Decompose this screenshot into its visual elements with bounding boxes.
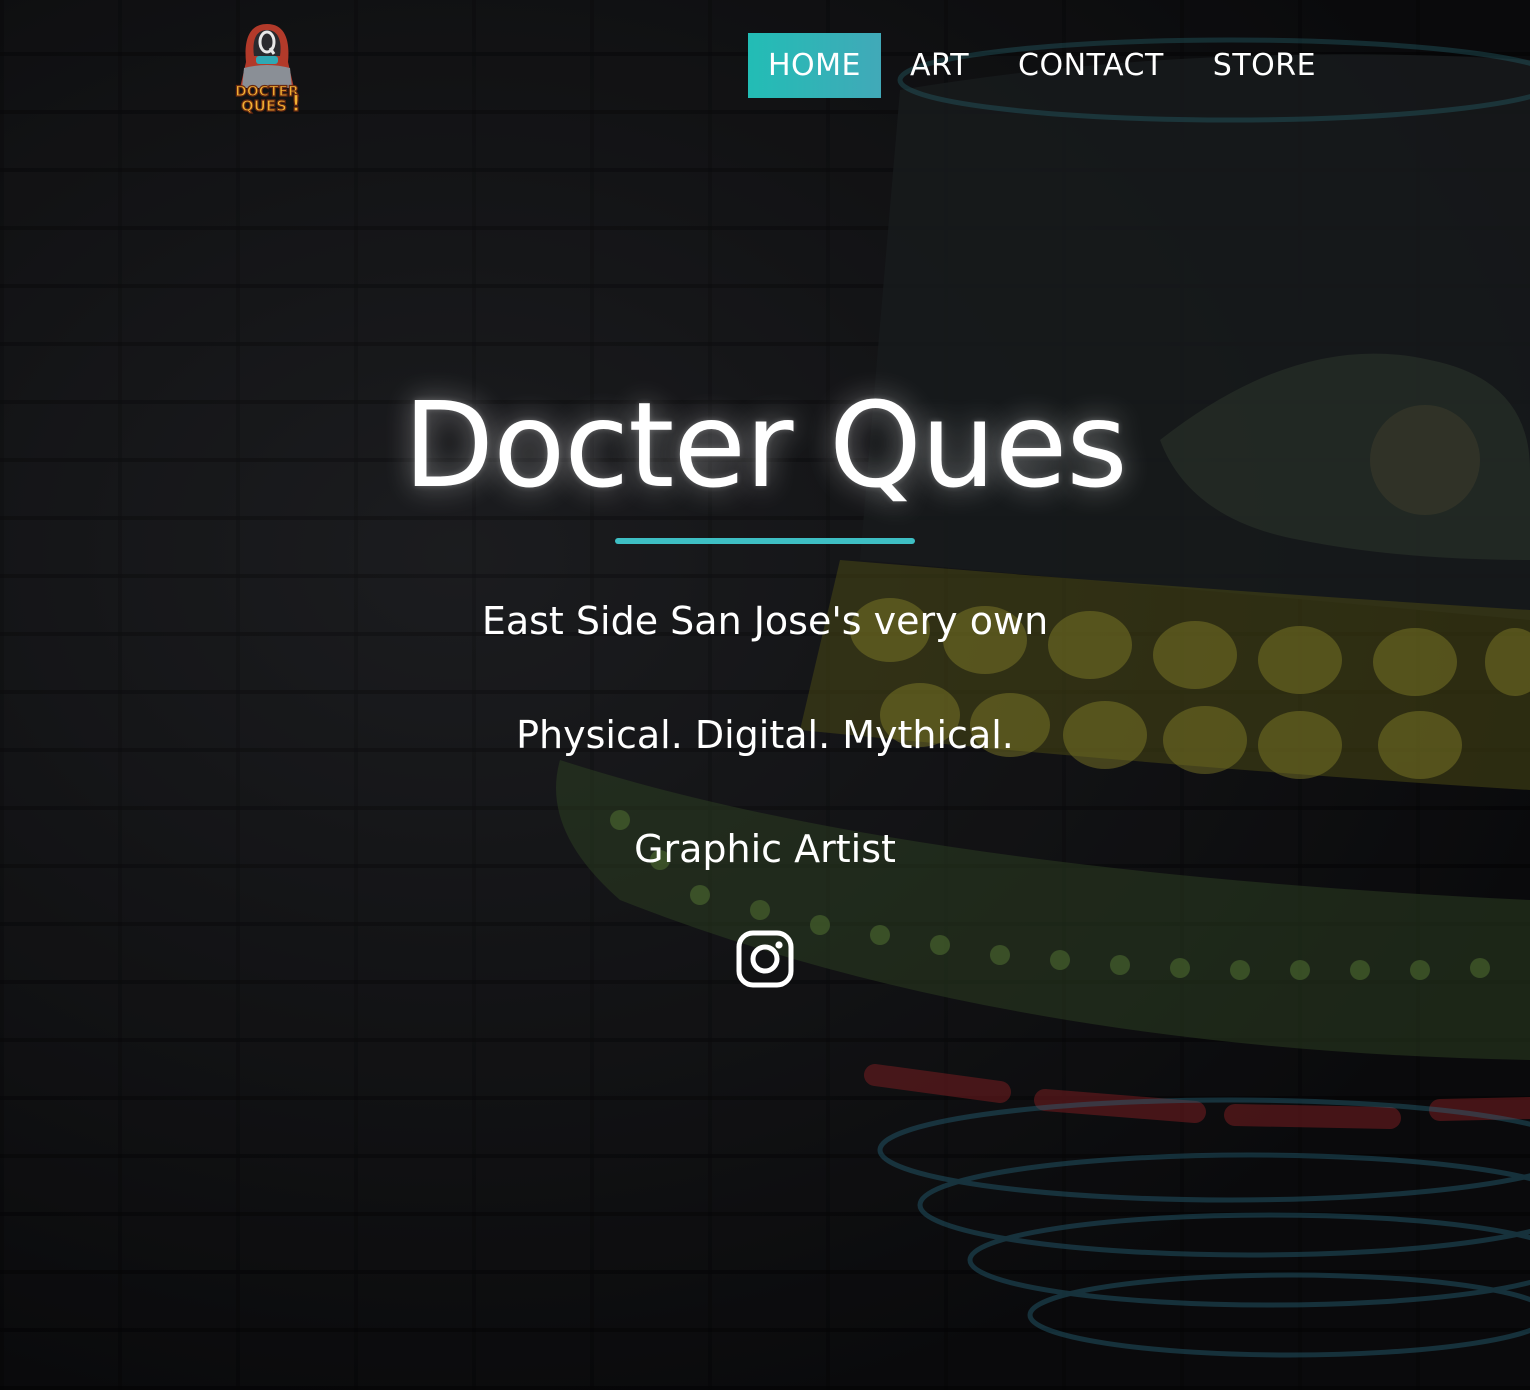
nav-art[interactable]: ART [890, 33, 989, 98]
hero-title: Docter Ques [403, 376, 1128, 514]
page: DOCTER QUES ! HOME ART CONTACT STORE Doc… [0, 0, 1530, 1390]
nav-contact[interactable]: CONTACT [998, 33, 1184, 98]
instagram-icon [736, 930, 794, 988]
svg-text:!: ! [291, 92, 301, 114]
hero-section: Docter Ques East Side San Jose's very ow… [0, 370, 1530, 992]
docter-ques-logo[interactable]: DOCTER QUES ! [226, 22, 308, 114]
nav-store[interactable]: STORE [1193, 33, 1336, 98]
title-divider [615, 538, 915, 544]
instagram-link[interactable] [736, 930, 794, 988]
svg-text:QUES: QUES [241, 97, 287, 114]
nav-home[interactable]: HOME [748, 33, 882, 98]
hero-tagline-2: Physical. Digital. Mythical. [516, 713, 1014, 757]
hero-tagline-3: Graphic Artist [634, 827, 896, 871]
hero-tagline-1: East Side San Jose's very own [481, 599, 1049, 643]
main-nav: HOME ART CONTACT STORE [748, 33, 1345, 98]
